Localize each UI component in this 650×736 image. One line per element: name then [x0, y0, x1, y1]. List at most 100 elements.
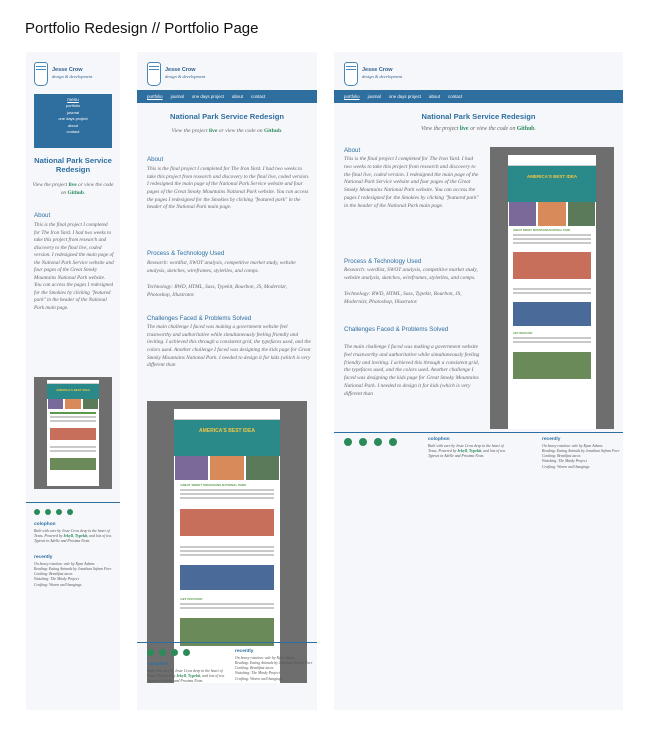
recently-item: Crafting: Woven wall hangings	[34, 582, 82, 587]
nav-journal[interactable]: journal	[171, 94, 184, 99]
view-links: View the project live or view the code o…	[421, 126, 536, 132]
typekit-link[interactable]: Typekit	[188, 674, 200, 678]
about-text: This is the final project I completed fo…	[147, 166, 310, 211]
mason-jar-icon	[344, 62, 358, 86]
desktop-board: Jesse Crow design & development portfoli…	[334, 52, 623, 710]
challenges-text: The main challenge I faced was making a …	[344, 344, 480, 397]
about-heading: About	[34, 212, 51, 219]
colophon-text: Built with care by Jesse Crow deep in th…	[34, 529, 112, 544]
site-mockup[interactable]: AMERICA'S BEST IDEA	[47, 380, 99, 486]
challenges-heading: Challenges Faced & Problems Solved	[344, 326, 449, 333]
recently-list: On heavy rotation: cale by Ryan Adams Re…	[34, 562, 114, 588]
process-technology: Technology: RWD, HTML, Sass, Typekit, Bo…	[147, 284, 287, 298]
colophon-heading: colophon	[428, 437, 450, 442]
recently-heading: recently	[542, 437, 561, 442]
logo-name: Jesse Crow	[52, 67, 83, 73]
about-heading: About	[344, 147, 361, 154]
nav-journal[interactable]: journal	[368, 94, 381, 99]
recently-item: Crafting: Woven wall hangings	[235, 676, 283, 681]
colophon-text: Built with care by Jesse Crow deep in th…	[147, 669, 225, 684]
nav-portfolio[interactable]: portfolio	[147, 94, 163, 99]
social-icon[interactable]	[374, 438, 382, 446]
logo-tagline: design & development	[52, 73, 93, 79]
github-link[interactable]: Github	[67, 190, 83, 196]
jekyll-link[interactable]: Jekyll	[457, 449, 467, 453]
jekyll-link[interactable]: Jekyll	[176, 674, 186, 678]
colophon-heading: colophon	[147, 662, 169, 667]
logo[interactable]: Jesse Crow design & development	[344, 62, 402, 86]
nav-portfolio[interactable]: portfolio	[344, 94, 360, 99]
footer-divider	[137, 642, 317, 643]
social-icon[interactable]	[344, 438, 352, 446]
github-link[interactable]: Github	[264, 128, 281, 134]
recently-list: On heavy rotation: cale by Ryan Adams Re…	[542, 444, 620, 470]
live-link[interactable]: live	[69, 182, 77, 188]
process-heading: Process & Technology Used	[344, 258, 422, 265]
social-icon[interactable]	[183, 649, 190, 656]
about-heading: About	[147, 156, 164, 163]
nav-contact[interactable]: contact	[448, 94, 462, 99]
social-icon[interactable]	[159, 649, 166, 656]
colophon-heading: colophon	[34, 522, 56, 527]
site-mockup[interactable]: AMERICA'S BEST IDEA GREAT SMOKY MOUNTAIN…	[508, 155, 596, 429]
logo-tagline: design & development	[165, 73, 206, 79]
social-icon[interactable]	[67, 509, 73, 515]
social-dots	[344, 438, 397, 446]
social-icon[interactable]	[147, 649, 154, 656]
logo[interactable]: Jesse Crow design & development	[147, 62, 205, 86]
challenges-heading: Challenges Faced & Problems Solved	[147, 315, 252, 322]
recently-list: On heavy rotation: cale by Ryan Adams Re…	[235, 656, 315, 682]
menu-item-contact[interactable]: contact	[34, 129, 112, 135]
nav-contact[interactable]: contact	[251, 94, 265, 99]
social-icon[interactable]	[171, 649, 178, 656]
typekit-link[interactable]: Typekit	[75, 534, 87, 538]
screenshot-frame: AMERICA'S BEST IDEA	[34, 377, 112, 489]
mobile-menu: menu portfolio journal one days project …	[34, 94, 112, 148]
logo[interactable]: Jesse Crow design & development	[34, 62, 92, 86]
nav-one-days[interactable]: one days project	[192, 94, 224, 99]
footer-divider	[26, 502, 120, 503]
project-heading: National Park Service Redesign	[34, 156, 112, 175]
logo-tagline: design & development	[362, 73, 403, 79]
challenges-text: The main challenge I faced was making a …	[147, 324, 311, 369]
github-link[interactable]: Github	[517, 126, 535, 132]
social-icon[interactable]	[359, 438, 367, 446]
main-nav: portfolio journal one days project about…	[137, 90, 317, 103]
mobile-board: Jesse Crow design & development menu por…	[26, 52, 120, 710]
recently-heading: recently	[235, 649, 254, 654]
mason-jar-icon	[147, 62, 161, 86]
jekyll-link[interactable]: Jekyll	[63, 534, 73, 538]
recently-item: Crafting: Woven wall hangings	[542, 464, 590, 469]
social-icon[interactable]	[389, 438, 397, 446]
colophon-text: Built with care by Jesse Crow deep in th…	[428, 444, 506, 459]
footer-divider	[334, 432, 623, 433]
page-title: Portfolio Redesign // Portfolio Page	[25, 20, 259, 37]
social-icon[interactable]	[56, 509, 62, 515]
social-dots	[34, 509, 73, 515]
project-heading: National Park Service Redesign	[421, 112, 536, 121]
social-dots	[147, 649, 190, 656]
recently-heading: recently	[34, 555, 53, 560]
main-nav: portfolio journal one days project about…	[334, 90, 623, 103]
about-text: This is the final project I completed fo…	[344, 156, 479, 209]
screenshot-frame: AMERICA'S BEST IDEA GREAT SMOKY MOUNTAIN…	[490, 147, 614, 429]
live-link[interactable]: live	[460, 126, 469, 132]
mason-jar-icon	[34, 62, 48, 86]
process-research: Research: wordlist, SWOT analysis, compe…	[344, 267, 478, 281]
screenshot-frame: AMERICA'S BEST IDEA GREAT SMOKY MOUNTAIN…	[147, 401, 307, 683]
process-technology: Technology: RWD, HTML, Sass, Typekit, Bo…	[344, 291, 462, 305]
typekit-link[interactable]: Typekit	[469, 449, 481, 453]
about-text: This is the final project I completed fo…	[34, 222, 114, 311]
logo-name: Jesse Crow	[165, 67, 196, 73]
process-research: Research: wordlist, SWOT analysis, compe…	[147, 260, 296, 274]
view-links: View the project live or view the code o…	[32, 182, 114, 196]
nav-about[interactable]: about	[232, 94, 243, 99]
social-icon[interactable]	[34, 509, 40, 515]
project-heading: National Park Service Redesign	[170, 112, 284, 121]
nav-about[interactable]: about	[429, 94, 440, 99]
logo-name: Jesse Crow	[362, 67, 393, 73]
process-heading: Process & Technology Used	[147, 250, 225, 257]
view-links: View the project live or view the code o…	[171, 128, 283, 134]
nav-one-days[interactable]: one days project	[389, 94, 421, 99]
social-icon[interactable]	[45, 509, 51, 515]
